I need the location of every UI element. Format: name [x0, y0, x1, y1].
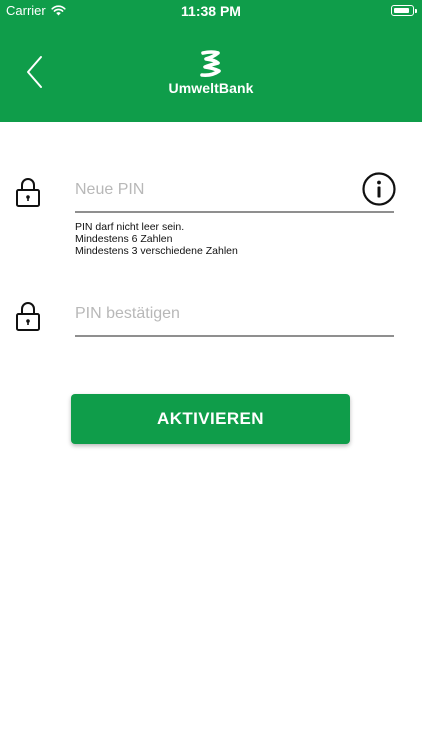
back-button[interactable] [20, 54, 50, 90]
app-header: Carrier 11:38 PM UmweltBank [0, 0, 422, 122]
pin-hint-not-empty: PIN darf nicht leer sein. [75, 221, 185, 233]
info-button[interactable] [362, 172, 396, 206]
status-time: 11:38 PM [181, 3, 241, 19]
pin-hint-min-digits: Mindestens 6 Zahlen [75, 233, 173, 245]
confirm-pin-underline [75, 335, 394, 337]
pin-requirements: PIN darf nicht leer sein. Mindestens 6 Z… [75, 221, 238, 257]
lock-icon [16, 178, 40, 207]
confirm-pin-row [0, 296, 422, 340]
battery-level [393, 7, 409, 13]
logo-text: UmweltBank [168, 80, 254, 96]
lock-icon [16, 302, 40, 331]
new-pin-underline [75, 211, 394, 213]
confirm-pin-input[interactable] [75, 299, 394, 329]
battery-icon [391, 5, 417, 16]
umweltbank-logo-mark [200, 50, 221, 77]
pin-hint-distinct-digits: Mindestens 3 verschiedene Zahlen [75, 245, 238, 257]
info-icon [362, 172, 396, 206]
status-bar: Carrier 11:38 PM [0, 0, 422, 22]
activate-button[interactable]: AKTIVIEREN [71, 394, 350, 444]
chevron-left-icon [27, 56, 42, 88]
new-pin-input[interactable] [75, 175, 394, 205]
umweltbank-logo: UmweltBank [160, 50, 262, 100]
